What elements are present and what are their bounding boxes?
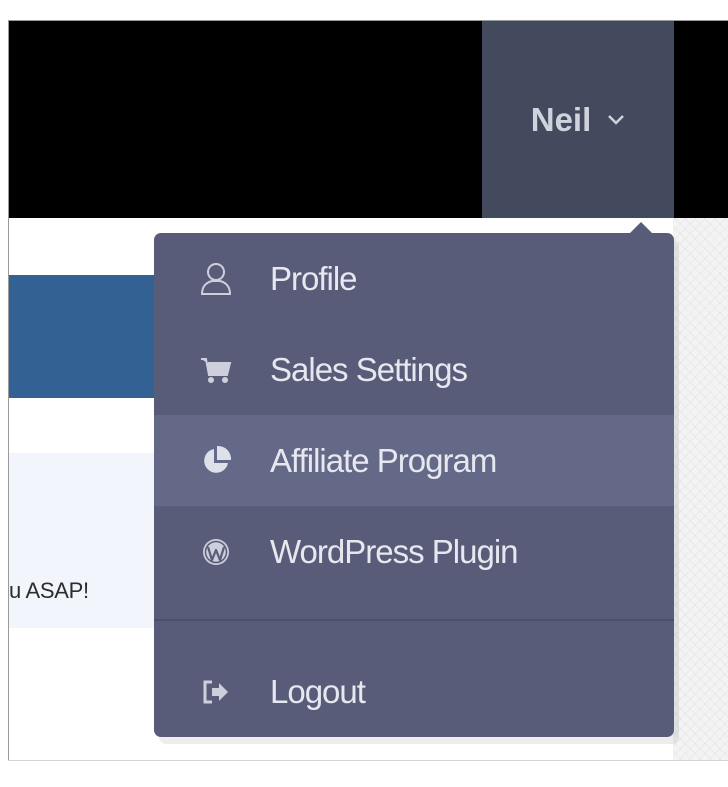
pie-chart-icon [196, 445, 236, 477]
menu-item-label: Affiliate Program [270, 441, 497, 479]
window-bottom-border [8, 760, 728, 761]
menu-item-sales-settings[interactable]: Sales Settings [154, 324, 674, 415]
menu-item-wordpress-plugin[interactable]: WordPress Plugin [154, 506, 674, 597]
menu-item-label: Sales Settings [270, 350, 468, 388]
dropdown-caret [630, 222, 652, 233]
chevron-down-icon [607, 114, 625, 126]
user-icon [196, 261, 236, 297]
menu-divider [154, 619, 674, 621]
app-viewport: Neil u ASAP! Profile Sales Settings Affi… [9, 21, 728, 761]
notice-text: u ASAP! [9, 578, 89, 603]
menu-item-affiliate-program[interactable]: Affiliate Program [154, 415, 674, 506]
user-dropdown-menu: Profile Sales Settings Affiliate Program [154, 222, 674, 737]
wordpress-icon [196, 537, 236, 567]
top-navbar: Neil [9, 21, 728, 218]
menu-item-label: Logout [270, 672, 366, 710]
cart-icon [196, 355, 236, 385]
menu-item-profile[interactable]: Profile [154, 233, 674, 324]
user-name: Neil [530, 100, 592, 138]
sign-out-icon [196, 679, 236, 705]
menu-item-logout[interactable]: Logout [154, 646, 674, 737]
menu-item-label: Profile [270, 259, 358, 297]
menu-item-label: WordPress Plugin [270, 532, 519, 570]
user-menu-toggle[interactable]: Neil [482, 21, 674, 218]
